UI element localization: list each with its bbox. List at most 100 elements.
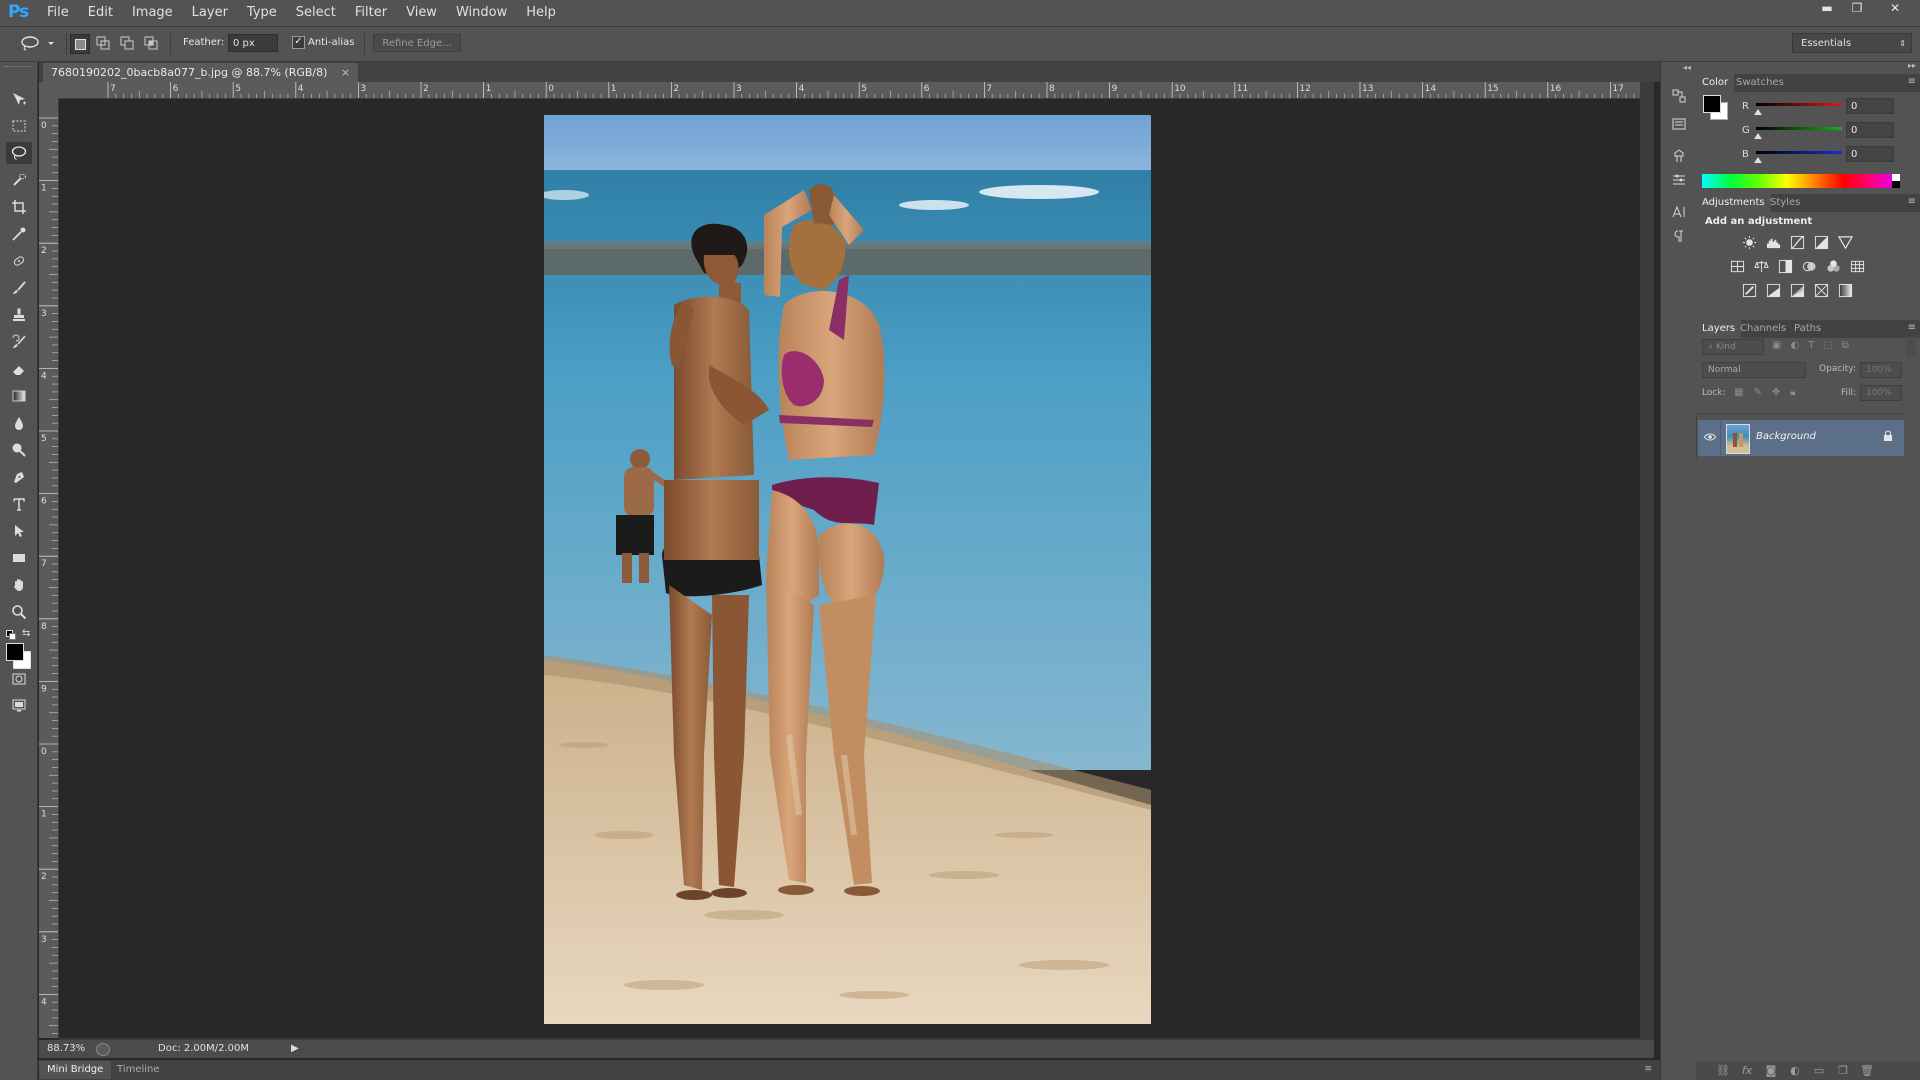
default-colors-icon[interactable] (6, 630, 16, 640)
history-brush-tool-icon[interactable] (6, 331, 32, 353)
history-icon[interactable] (1669, 86, 1689, 106)
tool-presets-icon[interactable] (1669, 170, 1689, 190)
vibrance-icon[interactable] (1728, 258, 1746, 274)
gradient-triangle-icon[interactable] (1836, 234, 1854, 250)
panel-menu-icon[interactable]: ≡ (1644, 1064, 1652, 1074)
properties-icon[interactable] (1669, 114, 1689, 134)
layer-name[interactable]: Background (1756, 431, 1816, 442)
vertical-scrollbar[interactable] (1640, 82, 1654, 1050)
ruler-origin[interactable] (39, 82, 58, 98)
filter-pixel-icon[interactable]: ▣ (1772, 340, 1781, 354)
panel-menu-icon[interactable]: ≡ (1908, 76, 1916, 87)
restore-button[interactable]: ❐ (1844, 0, 1870, 17)
blue-slider-handle[interactable] (1754, 157, 1762, 163)
quick-mask-icon[interactable] (6, 668, 32, 690)
status-menu-arrow-icon[interactable]: ▶ (291, 1043, 299, 1054)
lasso-tool-icon[interactable] (6, 142, 32, 164)
brush-presets-icon[interactable] (1669, 146, 1689, 166)
posterize-icon[interactable] (1764, 282, 1782, 298)
fill-input[interactable]: 100% (1860, 385, 1902, 401)
black-swatch[interactable] (1892, 181, 1900, 188)
red-slider[interactable] (1756, 103, 1842, 106)
horizontal-ruler[interactable]: 7 6 5 4 3 2 1 0 1 2 3 4 5 6 7 8 9 10 11 12 13 14 15 16 17 (58, 82, 1640, 99)
menu-layer[interactable]: Layer (191, 0, 239, 26)
panel-menu-icon[interactable]: ≡ (1908, 196, 1916, 207)
menu-select[interactable]: Select (295, 0, 347, 26)
spot-healing-brush-tool-icon[interactable] (6, 250, 32, 272)
antialias-checkbox[interactable]: ✓ (292, 36, 305, 49)
filter-shape-icon[interactable]: ⬚ (1823, 340, 1832, 354)
add-mask-icon[interactable]: ◙ (1764, 1065, 1778, 1077)
layer-filter-toggle[interactable] (1906, 337, 1916, 357)
rectangular-marquee-tool-icon[interactable] (6, 115, 32, 137)
lock-transparent-pixels-icon[interactable]: ▦ (1734, 387, 1743, 398)
subtract-from-selection-button[interactable] (118, 34, 136, 52)
layer-style-icon[interactable]: fx (1740, 1065, 1754, 1077)
menu-file[interactable]: File (46, 0, 80, 26)
close-document-icon[interactable]: × (341, 66, 350, 79)
filter-type-icon[interactable]: T (1808, 340, 1814, 354)
tab-swatches[interactable]: Swatches (1730, 74, 1790, 92)
red-value-input[interactable]: 0 (1846, 98, 1894, 114)
invert-icon[interactable] (1740, 282, 1758, 298)
link-layers-icon[interactable]: ⛓︎ (1716, 1065, 1730, 1077)
menu-view[interactable]: View (405, 0, 448, 26)
blue-value-input[interactable]: 0 (1846, 146, 1894, 162)
quick-selection-tool-icon[interactable] (6, 169, 32, 191)
photo-filter-icon[interactable] (1800, 258, 1818, 274)
intersect-selection-button[interactable] (142, 34, 160, 52)
white-swatch[interactable] (1892, 174, 1900, 181)
dodge-tool-icon[interactable] (6, 439, 32, 461)
tab-mini-bridge[interactable]: Mini Bridge (39, 1061, 112, 1079)
filter-adjustment-icon[interactable]: ◐ (1790, 340, 1799, 354)
expand-panels-icon[interactable]: ◂◂ (1683, 63, 1691, 72)
workspace-select[interactable]: Essentials ⇕ (1792, 33, 1912, 53)
layer-filter-kind[interactable]: ⌕ Kind (1702, 339, 1764, 355)
screen-mode-icon[interactable] (6, 694, 32, 716)
tab-color[interactable]: Color (1696, 74, 1735, 92)
close-button[interactable]: ✕ (1880, 0, 1910, 17)
foreground-color-swatch[interactable] (6, 643, 24, 661)
brush-tool-icon[interactable] (6, 277, 32, 299)
green-slider[interactable] (1756, 127, 1842, 130)
document-tab[interactable]: 7680190202_0bacb8a077_b.jpg @ 88.7% (RGB… (43, 63, 359, 82)
menu-edit[interactable]: Edit (87, 0, 124, 26)
menu-help[interactable]: Help (525, 0, 567, 26)
levels-icon[interactable] (1764, 234, 1782, 250)
blue-slider[interactable] (1756, 151, 1842, 154)
path-selection-tool-icon[interactable] (6, 520, 32, 542)
foreground-color-swatch[interactable] (1703, 95, 1721, 113)
panel-menu-icon[interactable]: ≡ (1908, 322, 1916, 333)
layer-thumbnail[interactable] (1726, 424, 1750, 454)
rectangle-tool-icon[interactable] (6, 547, 32, 569)
vertical-ruler[interactable]: 0 1 2 3 4 5 6 7 8 9 0 1 2 3 4 (39, 98, 59, 1038)
menu-filter[interactable]: Filter (354, 0, 398, 26)
blur-tool-icon[interactable] (6, 412, 32, 434)
channel-mixer-icon[interactable] (1824, 258, 1842, 274)
type-tool-icon[interactable] (6, 493, 32, 515)
toolbar-grip[interactable] (4, 66, 32, 71)
layer-row[interactable]: Background (1698, 420, 1904, 456)
lock-all-icon[interactable]: 🔒︎ (1790, 387, 1795, 398)
tab-styles[interactable]: Styles (1764, 194, 1806, 212)
new-adjustment-layer-icon[interactable]: ◐ (1788, 1065, 1802, 1077)
pen-tool-icon[interactable] (6, 466, 32, 488)
filter-smart-object-icon[interactable]: ⧉ (1842, 340, 1849, 354)
eyedropper-tool-icon[interactable] (6, 223, 32, 245)
zoom-level[interactable]: 88.73% (47, 1043, 85, 1054)
color-balance-icon[interactable] (1752, 258, 1770, 274)
crop-tool-icon[interactable] (6, 196, 32, 218)
lasso-preset-picker[interactable] (20, 35, 58, 54)
paragraph-panel-icon[interactable] (1669, 226, 1689, 246)
menu-image[interactable]: Image (131, 0, 184, 26)
lock-image-pixels-icon[interactable]: ✎ (1753, 387, 1761, 398)
color-lookup-icon[interactable] (1848, 258, 1866, 274)
black-white-icon[interactable] (1776, 258, 1794, 274)
new-selection-button[interactable] (70, 34, 90, 54)
tab-channels[interactable]: Channels (1734, 320, 1792, 338)
menu-type[interactable]: Type (246, 0, 288, 26)
collapse-panels-icon[interactable]: ▸▸ (1908, 61, 1916, 70)
opacity-input[interactable]: 100% (1860, 362, 1902, 378)
new-group-icon[interactable]: ▭ (1812, 1065, 1826, 1077)
selective-color-icon[interactable] (1812, 282, 1830, 298)
